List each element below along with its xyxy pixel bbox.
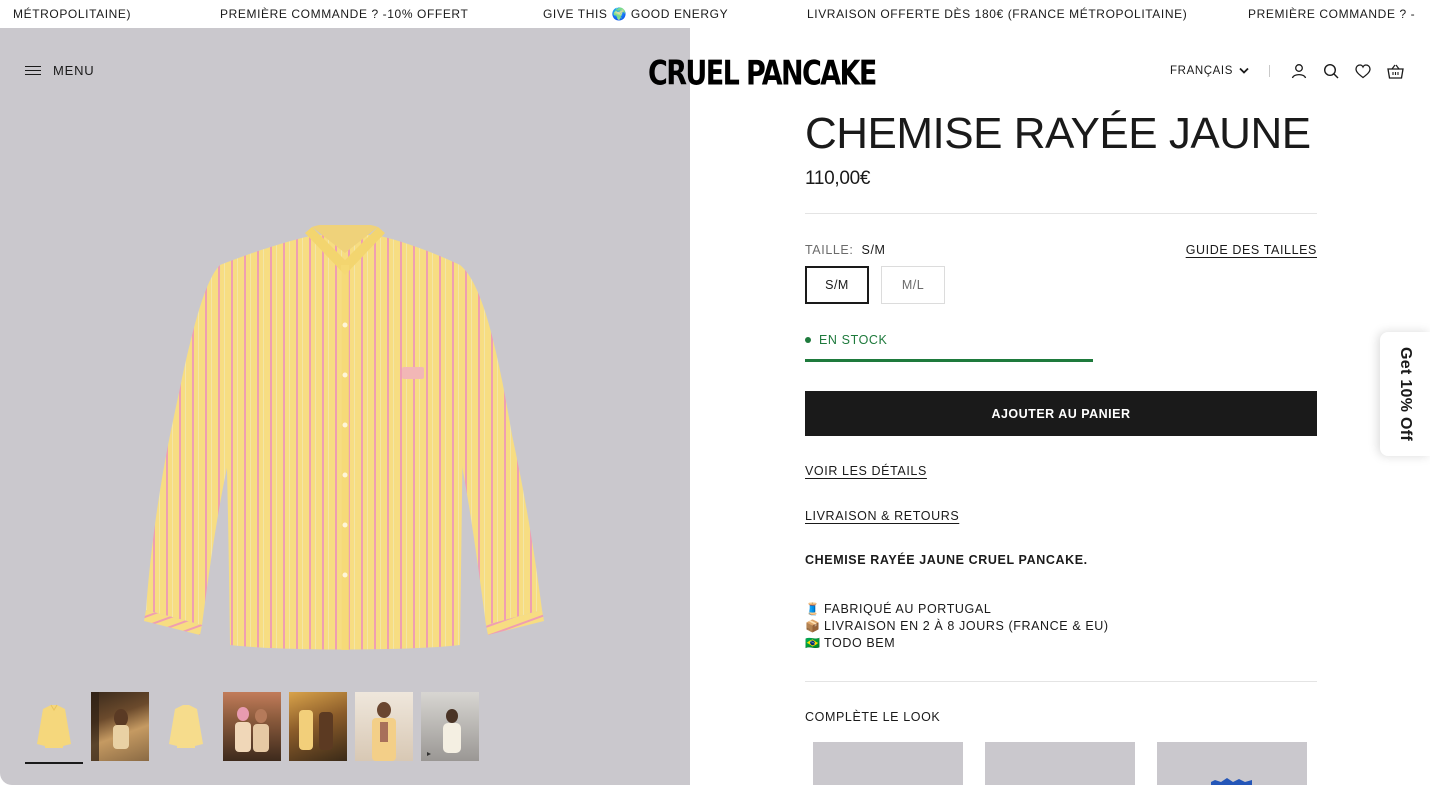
search-icon[interactable] bbox=[1322, 62, 1340, 80]
size-label: TAILLE: bbox=[805, 243, 854, 257]
product-graphic-icon bbox=[1211, 778, 1252, 785]
feature-item: 🇧🇷 TODO BEM bbox=[805, 635, 1109, 652]
account-icon[interactable] bbox=[1290, 62, 1308, 80]
look-product-card[interactable] bbox=[1157, 742, 1307, 785]
thumb-shirt-back[interactable] bbox=[157, 692, 215, 761]
description-title: CHEMISE RAYÉE JAUNE CRUEL PANCAKE. bbox=[805, 553, 1088, 567]
header-divider bbox=[1269, 65, 1270, 77]
divider bbox=[805, 681, 1317, 682]
size-header: TAILLE: S/M GUIDE DES TAILLES bbox=[805, 243, 1317, 257]
announcement-message: MÉTROPOLITAINE) bbox=[13, 7, 132, 21]
feature-item: 📦 LIVRAISON EN 2 À 8 JOURS (FRANCE & EU) bbox=[805, 618, 1109, 635]
size-option-sm[interactable]: S/M bbox=[805, 266, 869, 304]
announcement-message: PREMIÈRE COMMANDE ? -10% OFFERT bbox=[220, 7, 469, 21]
package-icon: 📦 bbox=[805, 619, 821, 633]
brazil-flag-icon: 🇧🇷 bbox=[805, 636, 821, 650]
announcement-bar: MÉTROPOLITAINE) PREMIÈRE COMMANDE ? -10%… bbox=[0, 0, 1430, 28]
cart-basket-icon[interactable] bbox=[1386, 62, 1404, 80]
details-link[interactable]: VOIR LES DÉTAILS bbox=[805, 464, 927, 478]
size-guide-link[interactable]: GUIDE DES TAILLES bbox=[1186, 243, 1317, 257]
size-option-ml[interactable]: M/L bbox=[881, 266, 945, 304]
announcement-message: GIVE THIS 🌍 GOOD ENERGY bbox=[543, 7, 729, 21]
complete-look-title: COMPLÈTE LE LOOK bbox=[805, 710, 941, 724]
stock-dot-icon bbox=[805, 337, 811, 343]
discount-tab-label: Get 10% Off bbox=[1397, 347, 1414, 441]
feature-item: 🧵 FABRIQUÉ AU PORTUGAL bbox=[805, 601, 1109, 618]
size-options: S/M M/L bbox=[805, 266, 945, 304]
thumb-lifestyle-4[interactable] bbox=[355, 692, 413, 761]
announcement-message: PREMIÈRE COMMANDE ? -10% bbox=[1248, 7, 1416, 21]
language-selector[interactable]: FRANÇAIS bbox=[1170, 65, 1249, 77]
divider bbox=[805, 213, 1317, 214]
thumb-shirt-front[interactable] bbox=[25, 692, 83, 761]
hamburger-icon bbox=[25, 65, 41, 76]
stock-status: EN STOCK bbox=[805, 333, 887, 347]
complete-look-products bbox=[813, 742, 1307, 785]
header-actions: FRANÇAIS bbox=[1170, 62, 1404, 80]
look-product-card[interactable] bbox=[985, 742, 1135, 785]
add-to-cart-button[interactable]: AJOUTER AU PANIER bbox=[805, 391, 1317, 436]
menu-label: MENU bbox=[53, 63, 95, 78]
product-info: CHEMISE RAYÉE JAUNE 110,00€ bbox=[805, 110, 1317, 190]
product-price: 110,00€ bbox=[805, 168, 871, 189]
look-product-card[interactable] bbox=[813, 742, 963, 785]
chevron-down-icon bbox=[1239, 67, 1249, 74]
feature-text: TODO BEM bbox=[824, 636, 896, 650]
stock-level-bar bbox=[805, 359, 1093, 362]
active-thumbnail-indicator bbox=[25, 762, 83, 764]
wishlist-heart-icon[interactable] bbox=[1354, 62, 1372, 80]
thumb-lifestyle-2[interactable] bbox=[223, 692, 281, 761]
product-main-image[interactable] bbox=[140, 222, 550, 655]
shirt-image bbox=[144, 222, 544, 650]
menu-button[interactable]: MENU bbox=[25, 63, 94, 78]
thumb-lifestyle-1[interactable] bbox=[91, 692, 149, 761]
announcement-message: LIVRAISON OFFERTE DÈS 180€ (FRANCE MÉTRO… bbox=[807, 7, 1188, 21]
discount-popup-tab[interactable]: Get 10% Off bbox=[1380, 332, 1430, 456]
product-title: CHEMISE RAYÉE JAUNE bbox=[805, 109, 1311, 158]
thumb-lifestyle-5[interactable] bbox=[421, 692, 479, 761]
brand-logo[interactable]: CRUEL PANCAKE bbox=[648, 52, 877, 97]
stock-label: EN STOCK bbox=[819, 333, 888, 347]
size-selected-value: S/M bbox=[861, 243, 886, 257]
feature-text: FABRIQUÉ AU PORTUGAL bbox=[824, 602, 992, 616]
thread-icon: 🧵 bbox=[805, 602, 821, 616]
thumbnail-strip bbox=[25, 692, 479, 761]
language-label: FRANÇAIS bbox=[1170, 65, 1233, 77]
thumb-lifestyle-3[interactable] bbox=[289, 692, 347, 761]
feature-text: LIVRAISON EN 2 À 8 JOURS (FRANCE & EU) bbox=[824, 619, 1109, 633]
feature-list: 🧵 FABRIQUÉ AU PORTUGAL 📦 LIVRAISON EN 2 … bbox=[805, 601, 1109, 652]
shipping-returns-link[interactable]: LIVRAISON & RETOURS bbox=[805, 509, 959, 523]
